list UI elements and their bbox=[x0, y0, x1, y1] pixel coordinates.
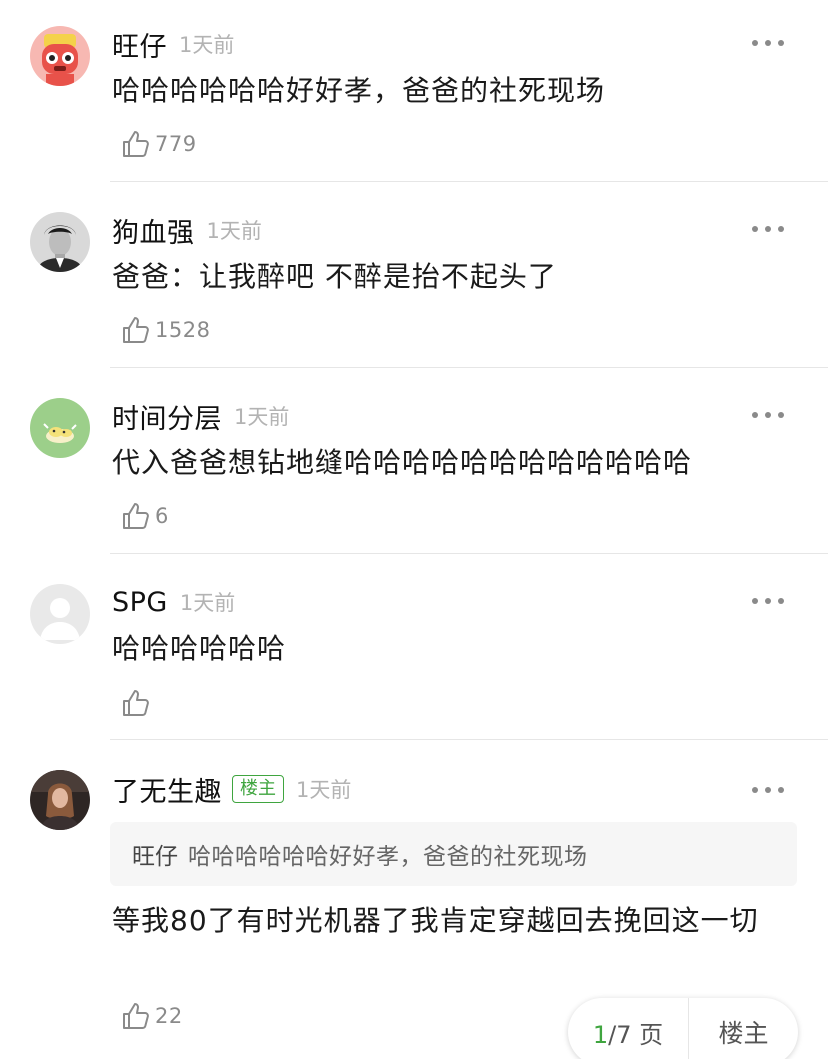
user-avatar[interactable] bbox=[30, 398, 90, 458]
timestamp: 1天前 bbox=[179, 33, 235, 57]
comment-header: 狗血强 1天前 bbox=[112, 211, 262, 250]
more-options-icon[interactable] bbox=[752, 222, 784, 236]
more-options-icon[interactable] bbox=[752, 36, 784, 50]
comment-header: SPG 1天前 bbox=[112, 585, 235, 619]
timestamp: 1天前 bbox=[206, 219, 262, 243]
thumbs-up-icon bbox=[123, 690, 149, 716]
thumbs-up-icon bbox=[123, 317, 149, 343]
thumbs-up-icon bbox=[123, 1003, 149, 1029]
user-avatar[interactable] bbox=[30, 584, 90, 644]
thumbs-up-icon bbox=[123, 503, 149, 529]
divider bbox=[110, 181, 828, 182]
page-navigator: 1/7 页 楼主 bbox=[568, 998, 798, 1059]
green-illustration-avatar-icon bbox=[30, 398, 90, 458]
quote-author: 旺仔 bbox=[132, 844, 178, 870]
op-only-button[interactable]: 楼主 bbox=[689, 1014, 798, 1050]
more-options-icon[interactable] bbox=[752, 594, 784, 608]
quoted-comment[interactable]: 旺仔 哈哈哈哈哈哈好好孝，爸爸的社死现场 bbox=[110, 822, 797, 886]
like-button[interactable]: 779 bbox=[120, 127, 197, 161]
like-count: 1528 bbox=[155, 318, 211, 342]
comment-text: 等我80了有时光机器了我肯定穿越回去挽回这一切 bbox=[112, 904, 759, 937]
comment-list: 旺仔 1天前 哈哈哈哈哈哈好好孝，爸爸的社死现场 779 狗血强 1天前 爸爸：… bbox=[0, 0, 828, 1059]
username[interactable]: SPG bbox=[112, 587, 168, 618]
total-pages: /7 页 bbox=[608, 1020, 664, 1049]
timestamp: 1天前 bbox=[179, 591, 236, 615]
user-avatar[interactable] bbox=[30, 212, 90, 272]
comment-text: 代入爸爸想钻地缝哈哈哈哈哈哈哈哈哈哈哈哈 bbox=[112, 446, 693, 479]
comment-header: 了无生趣 楼主 1天前 bbox=[112, 770, 352, 809]
like-button[interactable]: 6 bbox=[120, 499, 169, 533]
like-count: 779 bbox=[155, 132, 197, 156]
quote-text: 哈哈哈哈哈哈好好孝，爸爸的社死现场 bbox=[188, 844, 588, 870]
comment-header: 时间分层 1天前 bbox=[112, 397, 290, 436]
user-avatar[interactable] bbox=[30, 770, 90, 830]
comment-header: 旺仔 1天前 bbox=[112, 25, 235, 64]
username[interactable]: 旺仔 bbox=[112, 25, 167, 64]
comment-text: 爸爸：让我醉吧 不醉是抬不起头了 bbox=[112, 260, 557, 293]
default-user-avatar-icon bbox=[30, 584, 90, 644]
timestamp: 1天前 bbox=[296, 778, 352, 802]
like-button[interactable]: 1528 bbox=[120, 313, 210, 347]
thumbs-up-icon bbox=[123, 131, 149, 157]
like-button[interactable] bbox=[120, 686, 155, 720]
username[interactable]: 时间分层 bbox=[112, 397, 222, 436]
op-badge: 楼主 bbox=[232, 775, 284, 803]
comment-text: 哈哈哈哈哈哈好好孝，爸爸的社死现场 bbox=[112, 74, 606, 107]
current-page: 1 bbox=[592, 1020, 609, 1049]
comment-text: 哈哈哈哈哈哈 bbox=[112, 632, 287, 665]
man-portrait-avatar-icon bbox=[30, 212, 90, 272]
divider bbox=[110, 553, 828, 554]
user-avatar[interactable] bbox=[30, 26, 90, 86]
like-button[interactable]: 22 bbox=[120, 999, 183, 1033]
timestamp: 1天前 bbox=[234, 405, 290, 429]
username[interactable]: 了无生趣 bbox=[112, 770, 222, 809]
like-count: 22 bbox=[155, 1004, 183, 1028]
like-count: 6 bbox=[155, 504, 169, 528]
username[interactable]: 狗血强 bbox=[112, 211, 195, 250]
more-options-icon[interactable] bbox=[752, 783, 784, 797]
cartoon-character-avatar-icon bbox=[30, 26, 90, 86]
divider bbox=[110, 367, 828, 368]
more-options-icon[interactable] bbox=[752, 408, 784, 422]
divider bbox=[110, 739, 828, 740]
woman-photo-avatar-icon bbox=[30, 770, 90, 830]
page-selector[interactable]: 1/7 页 bbox=[568, 1015, 688, 1050]
